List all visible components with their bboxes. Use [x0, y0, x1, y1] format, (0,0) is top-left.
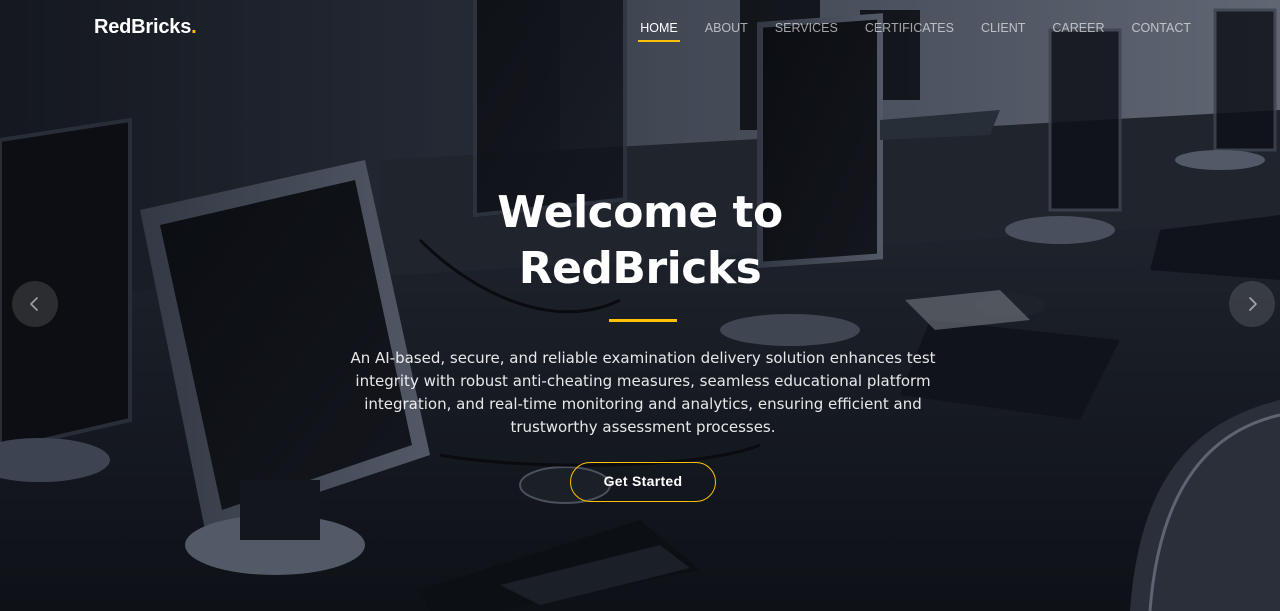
logo-dot: .	[191, 16, 197, 38]
carousel-next-button[interactable]	[1229, 281, 1275, 327]
nav-item-contact[interactable]: CONTACT	[1132, 20, 1192, 42]
logo-text: RedBricks	[94, 16, 192, 38]
hero-title-line-1: Welcome to	[497, 187, 783, 238]
chevron-left-icon	[30, 297, 38, 311]
site-logo[interactable]: RedBricks.	[94, 16, 197, 39]
hero-section: RedBricks. HOME ABOUT SERVICES CERTIFICA…	[0, 0, 1280, 611]
hero-description: An AI-based, secure, and reliable examin…	[350, 349, 936, 436]
title-underline	[609, 319, 677, 322]
site-header: RedBricks. HOME ABOUT SERVICES CERTIFICA…	[0, 0, 1280, 58]
get-started-button[interactable]: Get Started	[570, 462, 716, 502]
carousel-prev-button[interactable]	[12, 281, 58, 327]
nav-item-services[interactable]: SERVICES	[775, 20, 838, 42]
nav-item-about[interactable]: ABOUT	[705, 20, 748, 42]
hero-content: Welcome to RedBricks An AI-based, secure…	[0, 185, 1280, 502]
main-nav: HOME ABOUT SERVICES CERTIFICATES CLIENT …	[613, 20, 1191, 42]
hero-title: Welcome to RedBricks	[430, 185, 850, 297]
nav-item-client[interactable]: CLIENT	[981, 20, 1025, 42]
nav-item-home[interactable]: HOME	[638, 20, 680, 42]
nav-item-career[interactable]: CAREER	[1052, 20, 1104, 42]
nav-item-certificates[interactable]: CERTIFICATES	[865, 20, 954, 42]
chevron-right-icon	[1249, 297, 1257, 311]
hero-title-line-2: RedBricks	[518, 243, 762, 294]
